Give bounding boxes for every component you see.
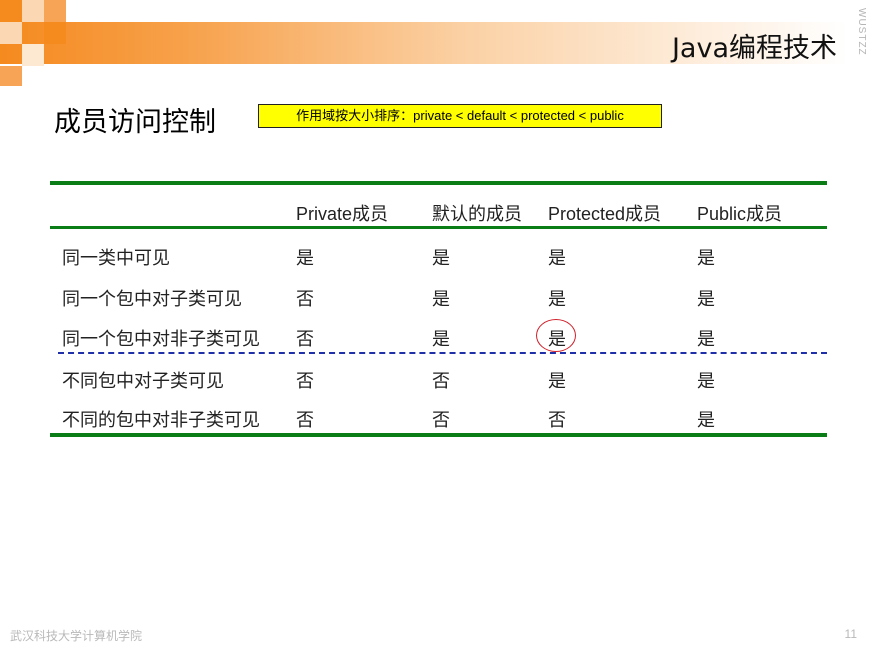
- row-label: 不同的包中对非子类可见: [62, 410, 260, 431]
- footer-institution: 武汉科技大学计算机学院: [10, 629, 143, 643]
- row-label: 同一个包中对非子类可见: [62, 329, 260, 350]
- slide-heading: 成员访问控制: [54, 107, 216, 138]
- table-bottom-rule: [50, 433, 827, 437]
- row-label: 同一个包中对子类可见: [62, 289, 242, 310]
- table-cell: 否: [296, 371, 314, 392]
- row-label: 同一类中可见: [62, 248, 170, 269]
- table-cell: 是: [697, 329, 715, 350]
- table-cell: 否: [296, 289, 314, 310]
- table-cell: 是: [432, 289, 450, 310]
- table-cell: 否: [432, 410, 450, 431]
- table-cell: 否: [296, 410, 314, 431]
- table-cell: 是: [697, 289, 715, 310]
- slide: Java编程技术 WUSTZZ 成员访问控制 作用域按大小排序：private …: [0, 0, 875, 652]
- table-cell: 是: [548, 248, 566, 269]
- column-header-protected: Protected成员: [548, 204, 662, 224]
- decor-square: [22, 44, 44, 66]
- decor-square: [22, 0, 44, 22]
- header-title: Java编程技术: [671, 33, 837, 64]
- decor-square: [0, 0, 22, 22]
- table-top-rule: [50, 181, 827, 185]
- watermark: WUSTZZ: [856, 8, 867, 56]
- table-cell: 是: [697, 248, 715, 269]
- decor-square: [0, 66, 22, 86]
- table-cell: 是: [432, 329, 450, 350]
- table-cell: 否: [296, 329, 314, 350]
- column-header-public: Public成员: [697, 204, 783, 224]
- scope-order-note: 作用域按大小排序：private < default < protected <…: [258, 104, 662, 128]
- table-cell: 否: [432, 371, 450, 392]
- table-cell: 是: [296, 248, 314, 269]
- row-label: 不同包中对子类可见: [62, 371, 224, 392]
- decor-square: [44, 22, 66, 44]
- table-header-rule: [50, 226, 827, 229]
- table-cell: 是: [697, 410, 715, 431]
- table-cell: 否: [548, 410, 566, 431]
- highlight-circle: [536, 319, 576, 352]
- table-cell: 是: [548, 289, 566, 310]
- page-number: 11: [844, 627, 857, 641]
- table-cell: 是: [432, 248, 450, 269]
- column-header-private: Private成员: [296, 204, 389, 224]
- column-header-default: 默认的成员: [432, 204, 522, 224]
- decor-square: [0, 22, 22, 44]
- table-cell: 是: [697, 371, 715, 392]
- package-divider-dashed-line: [58, 352, 827, 354]
- table-cell: 是: [548, 371, 566, 392]
- decor-square: [44, 0, 66, 22]
